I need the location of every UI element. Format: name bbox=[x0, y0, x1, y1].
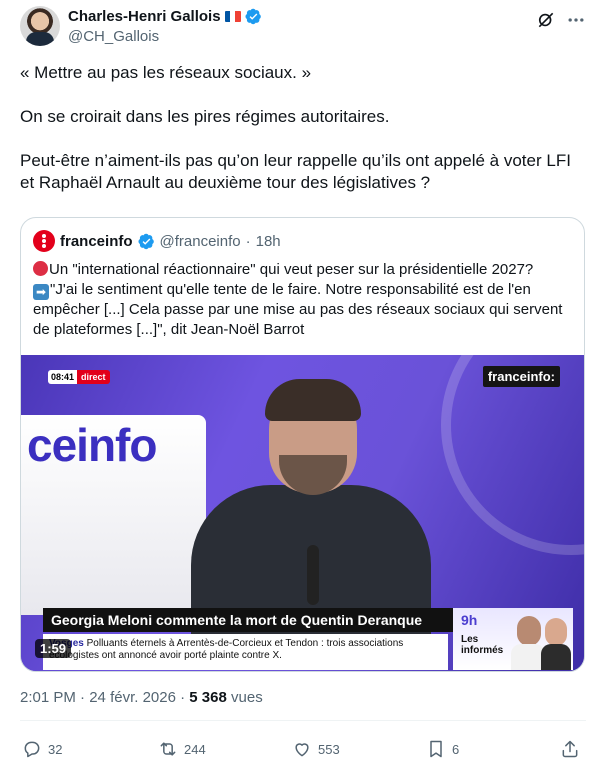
like-count: 553 bbox=[318, 741, 340, 757]
news-ticker: Vosges Polluants éternels à Arrentès-de-… bbox=[43, 634, 448, 670]
reply-icon bbox=[24, 741, 40, 758]
author-display-name[interactable]: Charles-Henri Gallois bbox=[68, 8, 221, 25]
quote-line: "J'ai le sentiment qu'elle tente de le f… bbox=[50, 281, 531, 298]
channel-logo: franceinfo: bbox=[482, 366, 560, 387]
quote-line: de plateformes [...]", dit Jean-Noël Bar… bbox=[33, 321, 305, 338]
program-promo: 9h Les informés bbox=[453, 608, 573, 670]
separator-dot: · bbox=[245, 232, 251, 250]
live-time: 08:41 bbox=[48, 370, 78, 384]
author-name-row: Charles-Henri Gallois bbox=[68, 8, 262, 25]
verified-badge-icon bbox=[137, 233, 154, 249]
red-circle-emoji-icon bbox=[33, 261, 48, 276]
tweet-paragraph: On se croirait dans les pires régimes au… bbox=[20, 107, 390, 126]
share-icon bbox=[562, 740, 578, 758]
ticker-text: Polluants éternels à Arrentès-de-Corcieu… bbox=[49, 638, 404, 661]
verified-badge-icon[interactable] bbox=[245, 8, 262, 25]
promo-title: Les informés bbox=[461, 634, 504, 656]
france-flag-icon bbox=[224, 11, 241, 22]
tweet-body: « Mettre au pas les réseaux sociaux. » O… bbox=[20, 62, 580, 194]
like-button[interactable]: 553 bbox=[292, 739, 340, 759]
tweet-paragraph: Peut-être n’aiment-ils pas qu’on leur ra… bbox=[20, 151, 571, 192]
action-bar: 32 244 553 6 bbox=[20, 739, 586, 765]
quoted-author-name[interactable]: franceinfo bbox=[60, 233, 133, 250]
speaker-hair bbox=[265, 379, 361, 421]
promo-time: 9h bbox=[461, 612, 478, 628]
video-headline: Georgia Meloni commente la mort de Quent… bbox=[43, 608, 453, 632]
live-badge: 08:41 direct bbox=[48, 370, 110, 384]
quoted-tweet[interactable]: franceinfo @franceinfo · 18h Un "interna… bbox=[20, 217, 585, 672]
views-label: vues bbox=[231, 689, 263, 706]
tweet-meta: 2:01 PM · 24 févr. 2026 · 5 368 vues bbox=[20, 689, 263, 706]
quote-line: empêcher [...] Cela passe par une mise a… bbox=[33, 301, 563, 318]
tweet-time[interactable]: 2:01 PM bbox=[20, 689, 76, 706]
video-player[interactable]: ceinfo 08:41 direct franceinfo: Georgia … bbox=[21, 355, 584, 671]
reply-button[interactable]: 32 bbox=[22, 739, 62, 759]
quoted-author-handle: @franceinfo bbox=[159, 232, 241, 250]
divider bbox=[20, 720, 586, 721]
bookmark-icon bbox=[430, 740, 442, 758]
bookmark-button[interactable]: 6 bbox=[426, 739, 459, 759]
repost-icon bbox=[160, 742, 176, 756]
quoted-tweet-text: Un "international réactionnaire" qui veu… bbox=[33, 260, 573, 340]
video-duration: 1:59 bbox=[35, 639, 72, 658]
quoted-tweet-age: 18h bbox=[255, 232, 281, 250]
background-logo-text: ceinfo bbox=[27, 419, 157, 471]
views-count: 5 368 bbox=[189, 689, 227, 706]
author-avatar[interactable] bbox=[20, 6, 60, 46]
tweet-paragraph: « Mettre au pas les réseaux sociaux. » bbox=[20, 63, 312, 82]
repost-button[interactable]: 244 bbox=[158, 739, 206, 759]
microphone bbox=[307, 545, 319, 605]
grok-icon[interactable] bbox=[536, 10, 556, 30]
tweet-date[interactable]: 24 févr. 2026 bbox=[89, 689, 176, 706]
author-handle[interactable]: @CH_Gallois bbox=[68, 28, 159, 45]
like-icon bbox=[295, 743, 309, 757]
reply-count: 32 bbox=[48, 741, 63, 757]
quote-line: Un "international réactionnaire" qui veu… bbox=[49, 261, 534, 278]
tweet-header: Charles-Henri Gallois @CH_Gallois bbox=[20, 6, 586, 50]
repost-count: 244 bbox=[184, 741, 206, 757]
bookmark-count: 6 bbox=[452, 741, 460, 757]
more-icon[interactable] bbox=[566, 10, 586, 30]
right-arrow-emoji-icon: ➡ bbox=[33, 284, 49, 300]
franceinfo-logo-icon[interactable] bbox=[33, 230, 55, 252]
quoted-tweet-header: franceinfo @franceinfo · 18h bbox=[33, 230, 281, 252]
share-button[interactable] bbox=[560, 739, 580, 759]
live-label: direct bbox=[77, 370, 110, 384]
